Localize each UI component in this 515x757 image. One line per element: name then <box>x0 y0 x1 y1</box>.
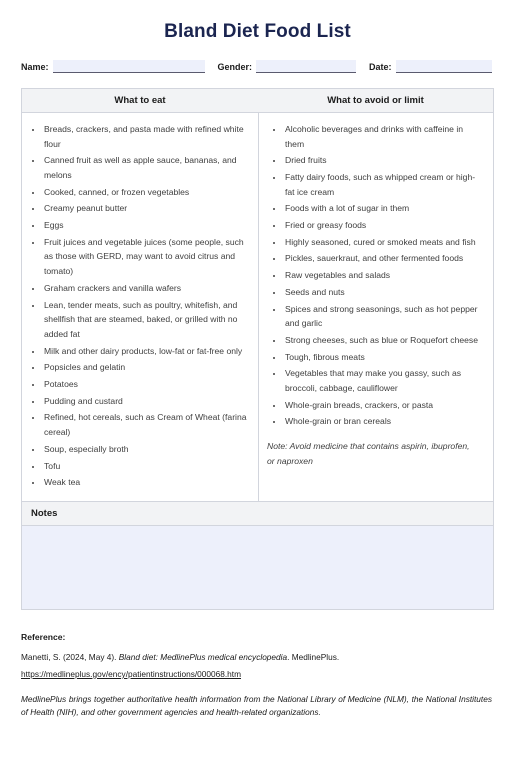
notes-input-area[interactable] <box>22 525 493 609</box>
page-title: Bland Diet Food List <box>164 21 351 42</box>
what-to-avoid-item: Tough, fibrous meats <box>284 350 484 365</box>
what-to-eat-item: Creamy peanut butter <box>43 201 249 216</box>
what-to-eat-item: Fruit juices and vegetable juices (some … <box>43 235 249 279</box>
column-header-what-to-avoid: What to avoid or limit <box>327 94 424 106</box>
citation-text-after: . MedlinePlus. <box>287 651 340 662</box>
food-list-table: What to eat What to avoid or limit Bread… <box>21 87 494 502</box>
what-to-avoid-item: Strong cheeses, such as blue or Roquefor… <box>284 333 484 348</box>
what-to-eat-item: Breads, crackers, and pasta made with re… <box>43 122 249 151</box>
patient-info-form: Name: Gender: Date: <box>21 59 494 73</box>
what-to-eat-item: Milk and other dairy products, low-fat o… <box>43 344 249 359</box>
what-to-eat-item: Lean, tender meats, such as poultry, whi… <box>43 298 249 342</box>
what-to-avoid-item: Whole-grain or bran cereals <box>284 414 484 429</box>
what-to-eat-item: Graham crackers and vanilla wafers <box>43 281 249 296</box>
what-to-eat-item: Canned fruit as well as apple sauce, ban… <box>43 153 249 182</box>
what-to-avoid-item: Vegetables that may make you gassy, such… <box>284 366 484 395</box>
date-label: Date: <box>369 61 392 72</box>
gender-field-group: Gender: <box>217 59 357 73</box>
what-to-eat-item: Soup, especially broth <box>43 442 249 457</box>
gender-label: Gender: <box>217 61 253 72</box>
notes-section: Notes <box>21 501 494 610</box>
what-to-avoid-item: Fried or greasy foods <box>284 218 484 233</box>
name-input[interactable] <box>52 59 205 73</box>
name-label: Name: <box>21 61 49 72</box>
what-to-eat-item: Tofu <box>43 459 249 474</box>
reference-blurb: MedlinePlus brings together authoritativ… <box>21 693 492 717</box>
date-field-group: Date: <box>369 59 492 73</box>
reference-url-link[interactable]: https://medlineplus.gov/ency/patientinst… <box>21 668 241 681</box>
table-body-row: Breads, crackers, and pasta made with re… <box>22 112 493 501</box>
what-to-eat-item: Refined, hot cereals, such as Cream of W… <box>43 410 249 439</box>
what-to-avoid-item: Seeds and nuts <box>284 285 484 300</box>
name-field-group: Name: <box>21 59 205 73</box>
what-to-avoid-cell: Alcoholic beverages and drinks with caff… <box>258 112 493 501</box>
what-to-eat-list: Breads, crackers, and pasta made with re… <box>26 122 249 490</box>
what-to-avoid-item: Highly seasoned, cured or smoked meats a… <box>284 235 484 250</box>
citation-text-before: Manetti, S. (2024, May 4). <box>21 651 119 662</box>
notes-heading: Notes <box>22 501 493 526</box>
what-to-avoid-item: Fatty dairy foods, such as whipped cream… <box>284 170 484 199</box>
what-to-avoid-item: Spices and strong seasonings, such as ho… <box>284 302 484 331</box>
gender-input[interactable] <box>256 59 357 73</box>
what-to-eat-item: Eggs <box>43 218 249 233</box>
reference-section: Reference: Manetti, S. (2024, May 4). Bl… <box>21 632 494 719</box>
citation-title-italic: Bland diet: MedlinePlus medical encyclop… <box>118 651 288 662</box>
avoid-note: Note: Avoid medicine that contains aspir… <box>267 441 470 466</box>
what-to-avoid-item: Dried fruits <box>284 153 484 168</box>
what-to-avoid-item: Foods with a lot of sugar in them <box>284 201 484 216</box>
column-header-what-to-eat: What to eat <box>114 94 166 106</box>
document-page: Bland Diet Food List Name: Gender: Date:… <box>0 21 515 757</box>
what-to-eat-item: Pudding and custard <box>43 394 249 409</box>
what-to-avoid-list: Alcoholic beverages and drinks with caff… <box>267 122 484 429</box>
what-to-eat-item: Potatoes <box>43 377 249 392</box>
reference-heading: Reference: <box>21 631 66 642</box>
what-to-eat-item: Popsicles and gelatin <box>43 360 249 375</box>
what-to-eat-cell: Breads, crackers, and pasta made with re… <box>22 113 258 501</box>
table-header-row: What to eat What to avoid or limit <box>22 88 493 113</box>
what-to-eat-item: Weak tea <box>43 475 249 490</box>
what-to-avoid-item: Alcoholic beverages and drinks with caff… <box>284 122 484 151</box>
what-to-avoid-item: Pickles, sauerkraut, and other fermented… <box>284 251 484 266</box>
date-input[interactable] <box>395 59 492 73</box>
what-to-avoid-item: Raw vegetables and salads <box>284 268 484 283</box>
reference-citation: Manetti, S. (2024, May 4). Bland diet: M… <box>21 651 494 664</box>
what-to-avoid-item: Whole-grain breads, crackers, or pasta <box>284 398 484 413</box>
what-to-eat-item: Cooked, canned, or frozen vegetables <box>43 185 249 200</box>
